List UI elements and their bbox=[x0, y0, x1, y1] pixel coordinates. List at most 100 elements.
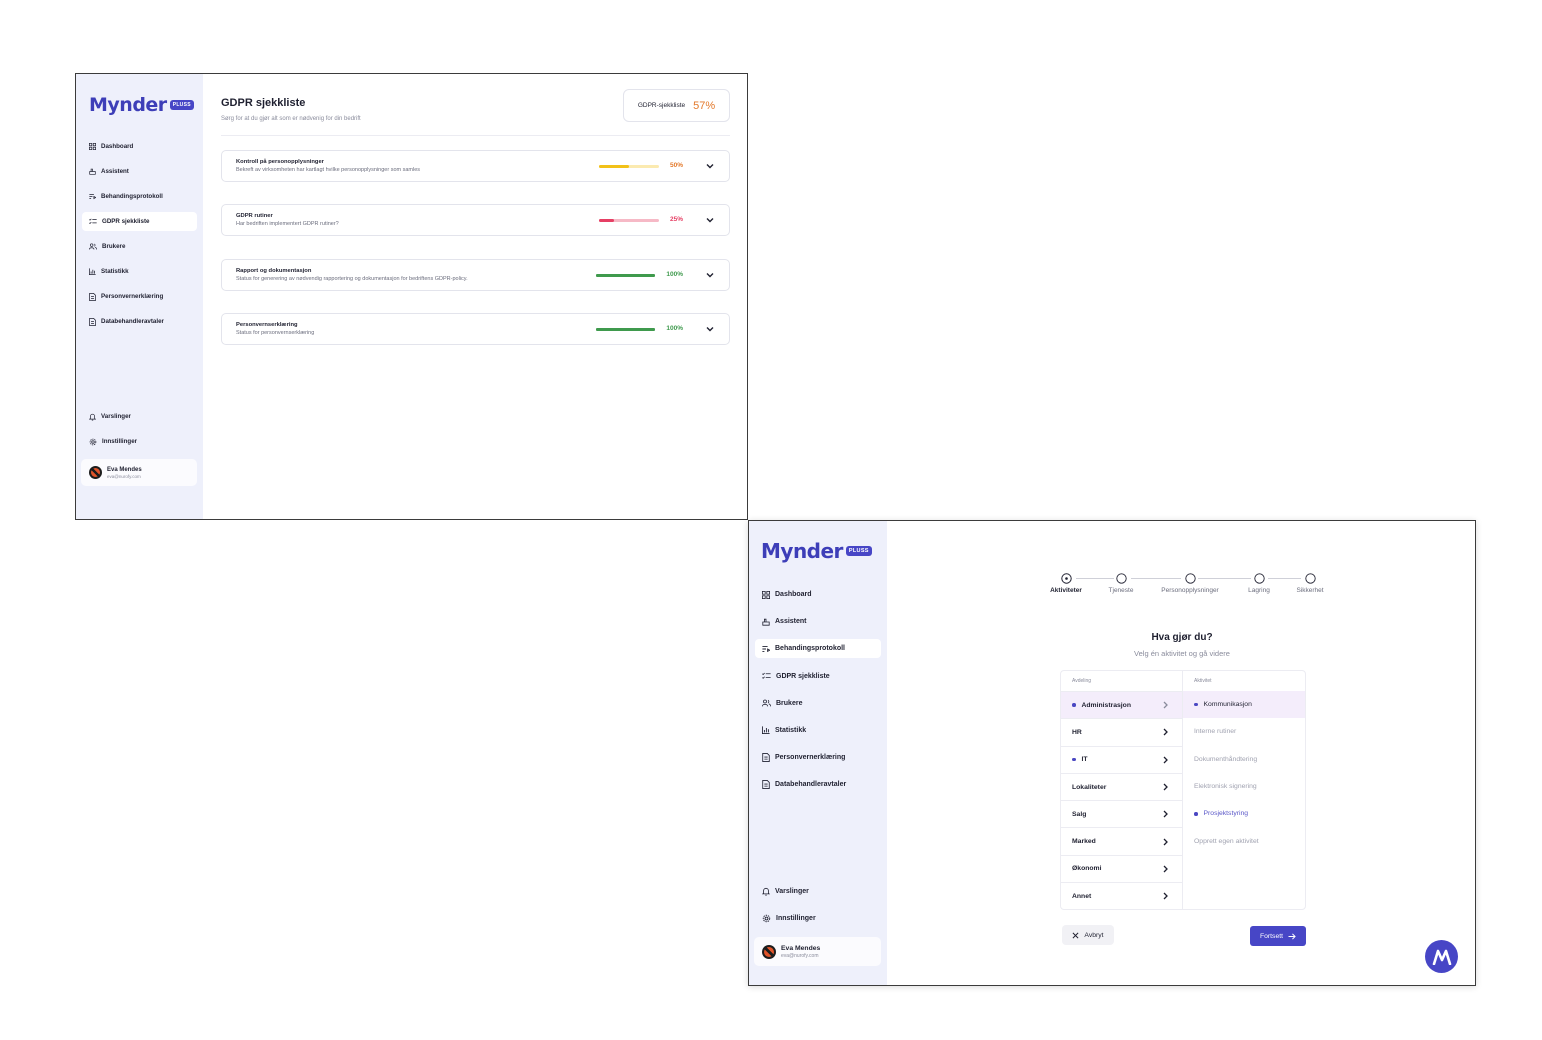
department-row[interactable]: Annet bbox=[1061, 882, 1182, 909]
sidebar-item-label: Personvernerklæring bbox=[101, 293, 164, 300]
activity-row[interactable]: Opprett egen aktivitet bbox=[1183, 827, 1305, 854]
sidebar-item-brukere[interactable]: Brukere bbox=[82, 237, 197, 256]
bar-chart-icon bbox=[762, 726, 770, 735]
activity-row[interactable]: Elektronisk signering bbox=[1183, 773, 1305, 800]
sidebar-item-brukere[interactable]: Brukere bbox=[755, 694, 881, 713]
user-card[interactable]: Eva Mendes eva@nurofy.com bbox=[81, 459, 197, 486]
sidebar-item-databehandleravtaler[interactable]: Databehandleravtaler bbox=[755, 775, 881, 794]
checklist-section[interactable]: GDPR rutiner Har bedriften implementert … bbox=[221, 204, 730, 236]
chevron-right-icon bbox=[1163, 865, 1168, 873]
close-icon bbox=[1072, 932, 1079, 938]
sidebar-item-label: Statistikk bbox=[101, 268, 129, 275]
score-label: GDPR-sjekkliste bbox=[637, 102, 686, 109]
step-label: Personopplysninger bbox=[1161, 587, 1219, 594]
sidebar-item-personvernerklaering[interactable]: Personvernerklæring bbox=[82, 287, 197, 306]
chevron-down-icon[interactable] bbox=[705, 215, 715, 225]
step-tjeneste[interactable]: Tjeneste bbox=[1081, 573, 1161, 594]
section-description: Bekreft av virksomheten har kartlagt hvi… bbox=[236, 167, 421, 173]
logo-text: Mynder bbox=[89, 94, 167, 116]
department-row[interactable]: HR bbox=[1061, 718, 1182, 745]
sidebar-item-statistikk[interactable]: Statistikk bbox=[82, 262, 197, 281]
mynder-logo[interactable]: Mynder PLUSS bbox=[761, 539, 872, 563]
user-name: Eva Mendes bbox=[107, 466, 142, 473]
checklist-section[interactable]: Kontroll på personopplysninger Bekreft a… bbox=[221, 150, 730, 182]
sidebar-item-label: Personvernerklæring bbox=[775, 754, 846, 762]
activity-label: Dokumenthåndtering bbox=[1194, 755, 1258, 763]
sidebar-item-varslinger[interactable]: Varslinger bbox=[82, 407, 197, 426]
activity-row[interactable]: Interne rutiner bbox=[1183, 718, 1305, 745]
chevron-right-icon bbox=[1163, 892, 1168, 900]
sidebar-item-innstillinger[interactable]: Innstillinger bbox=[755, 909, 881, 928]
sidebar-item-databehandleravtaler[interactable]: Databehandleravtaler bbox=[82, 312, 197, 331]
sidebar-item-behandingsprotokoll[interactable]: Behandingsprotokoll bbox=[82, 187, 197, 206]
section-description: Har bedriften implementert GDPR rutiner? bbox=[236, 221, 339, 227]
sidebar-item-varslinger[interactable]: Varslinger bbox=[755, 882, 881, 901]
sidebar-item-statistikk[interactable]: Statistikk bbox=[755, 721, 881, 740]
chevron-right-icon bbox=[1163, 701, 1168, 709]
assistant-fab-button[interactable] bbox=[1425, 940, 1458, 973]
sidebar-item-label: Assistent bbox=[775, 618, 807, 626]
progress-bar bbox=[596, 274, 655, 277]
cancel-button[interactable]: Avbryt bbox=[1062, 925, 1114, 945]
step-sikkerhet[interactable]: Sikkerhet bbox=[1270, 573, 1350, 594]
continue-button[interactable]: Fortsett bbox=[1250, 926, 1306, 946]
checklist-section[interactable]: Rapport og dokumentasjon Status for gene… bbox=[221, 259, 730, 291]
department-row[interactable]: Lokaliteter bbox=[1061, 772, 1182, 800]
sidebar-item-dashboard[interactable]: Dashboard bbox=[755, 585, 881, 604]
department-row[interactable]: Økonomi bbox=[1061, 854, 1182, 882]
progress-label: 25% bbox=[669, 216, 683, 223]
sidebar-item-label: Brukere bbox=[776, 699, 803, 707]
chevron-down-icon[interactable] bbox=[705, 270, 715, 280]
chevron-right-icon bbox=[1163, 810, 1168, 818]
score-summary: GDPR-sjekkliste 57% bbox=[623, 89, 730, 122]
chevron-right-icon bbox=[1163, 838, 1168, 846]
user-card[interactable]: Eva Mendes eva@nurofy.com bbox=[754, 937, 881, 966]
sidebar-item-dashboard[interactable]: Dashboard bbox=[82, 137, 197, 156]
column-header: Avdeling bbox=[1072, 678, 1092, 684]
section-description: Status for personvernserklæring bbox=[236, 330, 315, 336]
sidebar-item-assistent[interactable]: Assistent bbox=[82, 162, 197, 181]
cancel-label: Avbryt bbox=[1084, 931, 1104, 939]
step-circle-icon bbox=[1115, 573, 1127, 584]
question-title: Hva gjør du? bbox=[1151, 632, 1213, 643]
department-label: Økonomi bbox=[1072, 865, 1102, 873]
document-icon bbox=[89, 292, 96, 301]
sidebar-item-gdpr-sjekkliste[interactable]: GDPR sjekkliste bbox=[82, 212, 197, 231]
page-title: GDPR sjekkliste bbox=[221, 97, 306, 109]
activity-label: Opprett egen aktivitet bbox=[1194, 837, 1259, 845]
department-row[interactable]: IT bbox=[1061, 745, 1182, 773]
sidebar: Mynder PLUSS Dashboard Assistent Behandi… bbox=[749, 521, 887, 985]
activity-row[interactable]: Prosjektstyring bbox=[1183, 800, 1305, 827]
sidebar-item-innstillinger[interactable]: Innstillinger bbox=[82, 432, 197, 451]
department-item: Lokaliteter bbox=[1072, 784, 1106, 791]
department-row[interactable]: Administrasjon bbox=[1061, 691, 1182, 719]
status-dot bbox=[1072, 757, 1076, 762]
progress-fill bbox=[596, 274, 655, 277]
progress-fill bbox=[596, 328, 655, 331]
chevron-down-icon[interactable] bbox=[705, 324, 715, 334]
sidebar-item-label: GDPR sjekkliste bbox=[776, 672, 830, 680]
checklist-section[interactable]: Personvernserklæring Status for personve… bbox=[221, 313, 730, 345]
activity-column: Aktivitet Kommunikasjon Interne rutiner Do… bbox=[1183, 671, 1305, 909]
sidebar-item-gdpr-sjekkliste[interactable]: GDPR sjekkliste bbox=[755, 667, 881, 686]
progress-fill bbox=[599, 219, 614, 222]
grid-icon bbox=[762, 590, 770, 599]
department-label: Salg bbox=[1072, 810, 1087, 818]
sidebar-item-personvernerklaering[interactable]: Personvernerklæring bbox=[755, 748, 881, 767]
section-title: Rapport og dokumentasjon bbox=[236, 268, 312, 274]
chevron-right-icon bbox=[1163, 756, 1168, 764]
department-row[interactable]: Marked bbox=[1061, 827, 1182, 854]
activity-row[interactable]: Kommunikasjon bbox=[1183, 691, 1305, 719]
mynder-logo[interactable]: Mynder PLUSS bbox=[89, 94, 194, 116]
avatar bbox=[89, 466, 102, 479]
question-subtitle: Velg én aktivitet og gå videre bbox=[1134, 649, 1230, 658]
department-row[interactable]: Salg bbox=[1061, 800, 1182, 827]
activity-row[interactable]: Dokumenthåndtering bbox=[1183, 746, 1305, 773]
sidebar-item-assistent[interactable]: Assistent bbox=[755, 612, 881, 631]
step-personopplysninger[interactable]: Personopplysninger bbox=[1150, 573, 1230, 594]
chevron-down-icon[interactable] bbox=[705, 161, 715, 171]
department-item: Annet bbox=[1072, 893, 1091, 900]
progress-bar bbox=[599, 165, 659, 168]
sidebar-item-label: Statistikk bbox=[775, 726, 807, 734]
user-email: eva@nurofy.com bbox=[781, 952, 819, 959]
